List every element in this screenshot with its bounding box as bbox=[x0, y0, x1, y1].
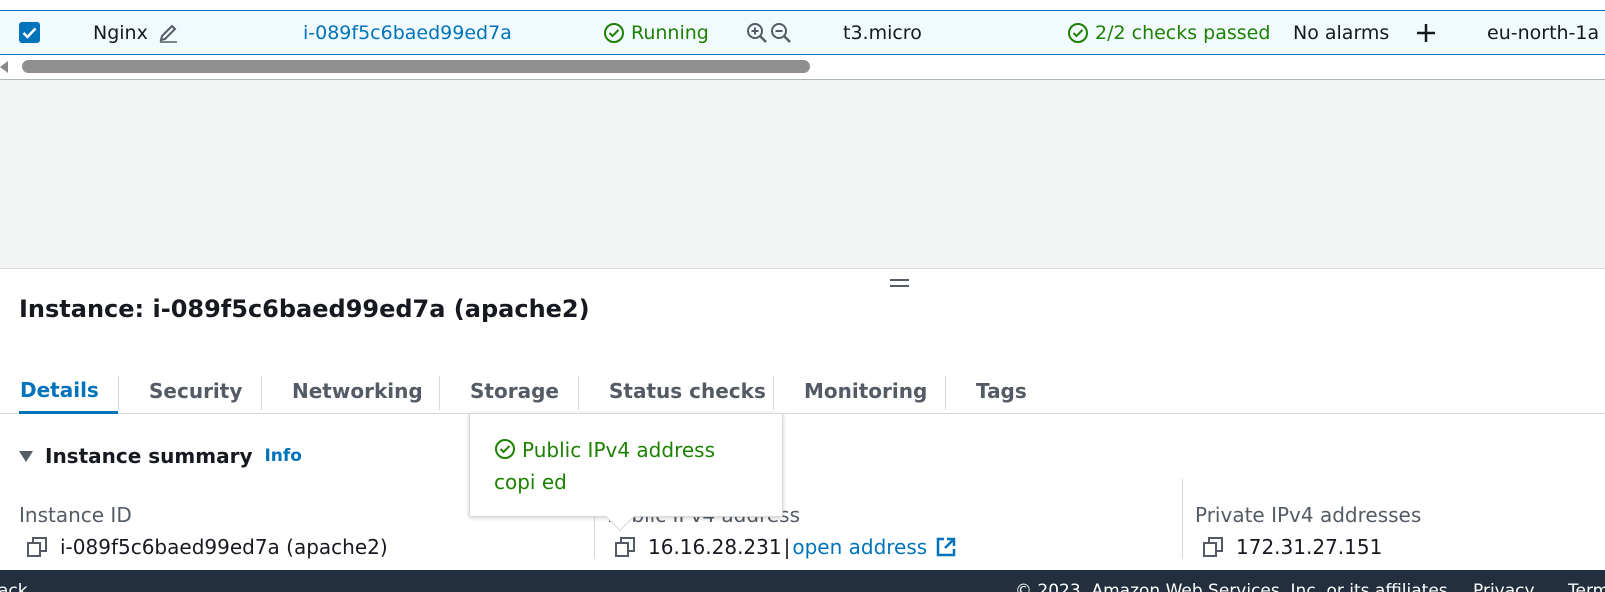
success-check-icon bbox=[495, 439, 515, 459]
instances-table: Nginx i-089f5c6baed99ed7a Running t3.mic… bbox=[0, 0, 1605, 80]
copy-icon[interactable] bbox=[1202, 536, 1224, 558]
cell-name: Nginx bbox=[93, 11, 179, 54]
tab-bar: Details Security Networking Storage Stat… bbox=[0, 368, 1605, 414]
page-title: Instance: i-089f5c6baed99ed7a (apache2) bbox=[19, 295, 590, 323]
tab-monitoring[interactable]: Monitoring bbox=[804, 368, 927, 414]
info-link[interactable]: Info bbox=[264, 446, 302, 466]
checkmark-icon bbox=[22, 27, 37, 39]
copied-popover: Public IPv4 address copi ed bbox=[469, 413, 783, 532]
tab-divider bbox=[439, 376, 440, 410]
tab-divider bbox=[261, 376, 262, 410]
feedback-link[interactable]: ack bbox=[0, 581, 28, 592]
column-divider bbox=[1182, 479, 1183, 559]
zoom-out-icon[interactable] bbox=[770, 22, 792, 44]
private-ip-label: Private IPv4 addresses bbox=[1195, 503, 1422, 527]
alarm-status: No alarms bbox=[1293, 21, 1390, 44]
tab-divider bbox=[773, 376, 774, 410]
tab-divider bbox=[578, 376, 579, 410]
instance-name: Nginx bbox=[93, 21, 148, 44]
public-ip-text: 16.16.28.231 bbox=[648, 535, 782, 559]
zoom-in-icon[interactable] bbox=[746, 22, 768, 44]
instance-summary-toggle[interactable]: Instance summary Info bbox=[19, 444, 302, 468]
horizontal-scrollbar[interactable] bbox=[0, 57, 1605, 75]
public-ip-value: 16.16.28.231 | open address bbox=[614, 535, 957, 559]
tab-divider bbox=[945, 376, 946, 410]
footer: ack © 2023, Amazon Web Services, Inc. or… bbox=[0, 570, 1605, 592]
popover-message: Public IPv4 address copi ed bbox=[494, 438, 715, 494]
open-address-text: open address bbox=[792, 535, 928, 559]
success-check-icon bbox=[1068, 22, 1088, 43]
instance-id-link[interactable]: i-089f5c6baed99ed7a bbox=[303, 11, 512, 54]
empty-area bbox=[0, 80, 1605, 268]
plus-icon bbox=[1417, 23, 1435, 42]
zoom-controls bbox=[746, 11, 792, 54]
instance-state: Running bbox=[603, 11, 709, 54]
tab-networking[interactable]: Networking bbox=[292, 368, 423, 414]
scroll-thumb[interactable] bbox=[22, 60, 810, 73]
tab-status-checks[interactable]: Status checks bbox=[609, 368, 766, 414]
resize-handle-icon[interactable] bbox=[890, 279, 909, 287]
external-link-icon bbox=[936, 537, 956, 557]
private-ip-value: 172.31.27.151 bbox=[1202, 535, 1382, 559]
scroll-left-arrow-icon[interactable] bbox=[0, 61, 8, 73]
status-check: 2/2 checks passed bbox=[1067, 11, 1270, 54]
instance-type: t3.micro bbox=[843, 21, 922, 44]
separator: | bbox=[783, 535, 791, 559]
instance-details-panel: Instance: i-089f5c6baed99ed7a (apache2) … bbox=[0, 268, 1605, 592]
tab-security[interactable]: Security bbox=[149, 368, 242, 414]
copy-icon[interactable] bbox=[614, 536, 636, 558]
status-check-text: 2/2 checks passed bbox=[1095, 21, 1271, 44]
caret-down-icon bbox=[19, 450, 33, 462]
success-check-icon bbox=[604, 22, 624, 43]
copy-icon[interactable] bbox=[26, 536, 48, 558]
tab-storage[interactable]: Storage bbox=[470, 368, 559, 414]
tab-tags[interactable]: Tags bbox=[976, 368, 1027, 414]
state-text: Running bbox=[631, 21, 709, 44]
table-row[interactable]: Nginx i-089f5c6baed99ed7a Running t3.mic… bbox=[0, 10, 1605, 55]
row-checkbox[interactable] bbox=[19, 22, 40, 43]
availability-zone: eu-north-1a bbox=[1487, 21, 1600, 44]
tab-divider bbox=[118, 376, 119, 410]
section-heading: Instance summary bbox=[45, 444, 253, 468]
instance-id-value: i-089f5c6baed99ed7a (apache2) bbox=[26, 535, 388, 559]
instance-id-label: Instance ID bbox=[19, 503, 132, 527]
open-address-link[interactable]: open address bbox=[792, 535, 957, 559]
instance-id-text: i-089f5c6baed99ed7a (apache2) bbox=[60, 535, 388, 559]
tab-details[interactable]: Details bbox=[19, 368, 118, 414]
copyright-text: © 2023, Amazon Web Services, Inc. or its… bbox=[1015, 581, 1454, 592]
add-alarm-button[interactable] bbox=[1415, 11, 1437, 54]
private-ip-text: 172.31.27.151 bbox=[1236, 535, 1383, 559]
edit-pencil-icon[interactable] bbox=[157, 22, 179, 44]
privacy-link[interactable]: Privacy bbox=[1473, 581, 1535, 592]
terms-link[interactable]: Terms bbox=[1568, 581, 1605, 592]
